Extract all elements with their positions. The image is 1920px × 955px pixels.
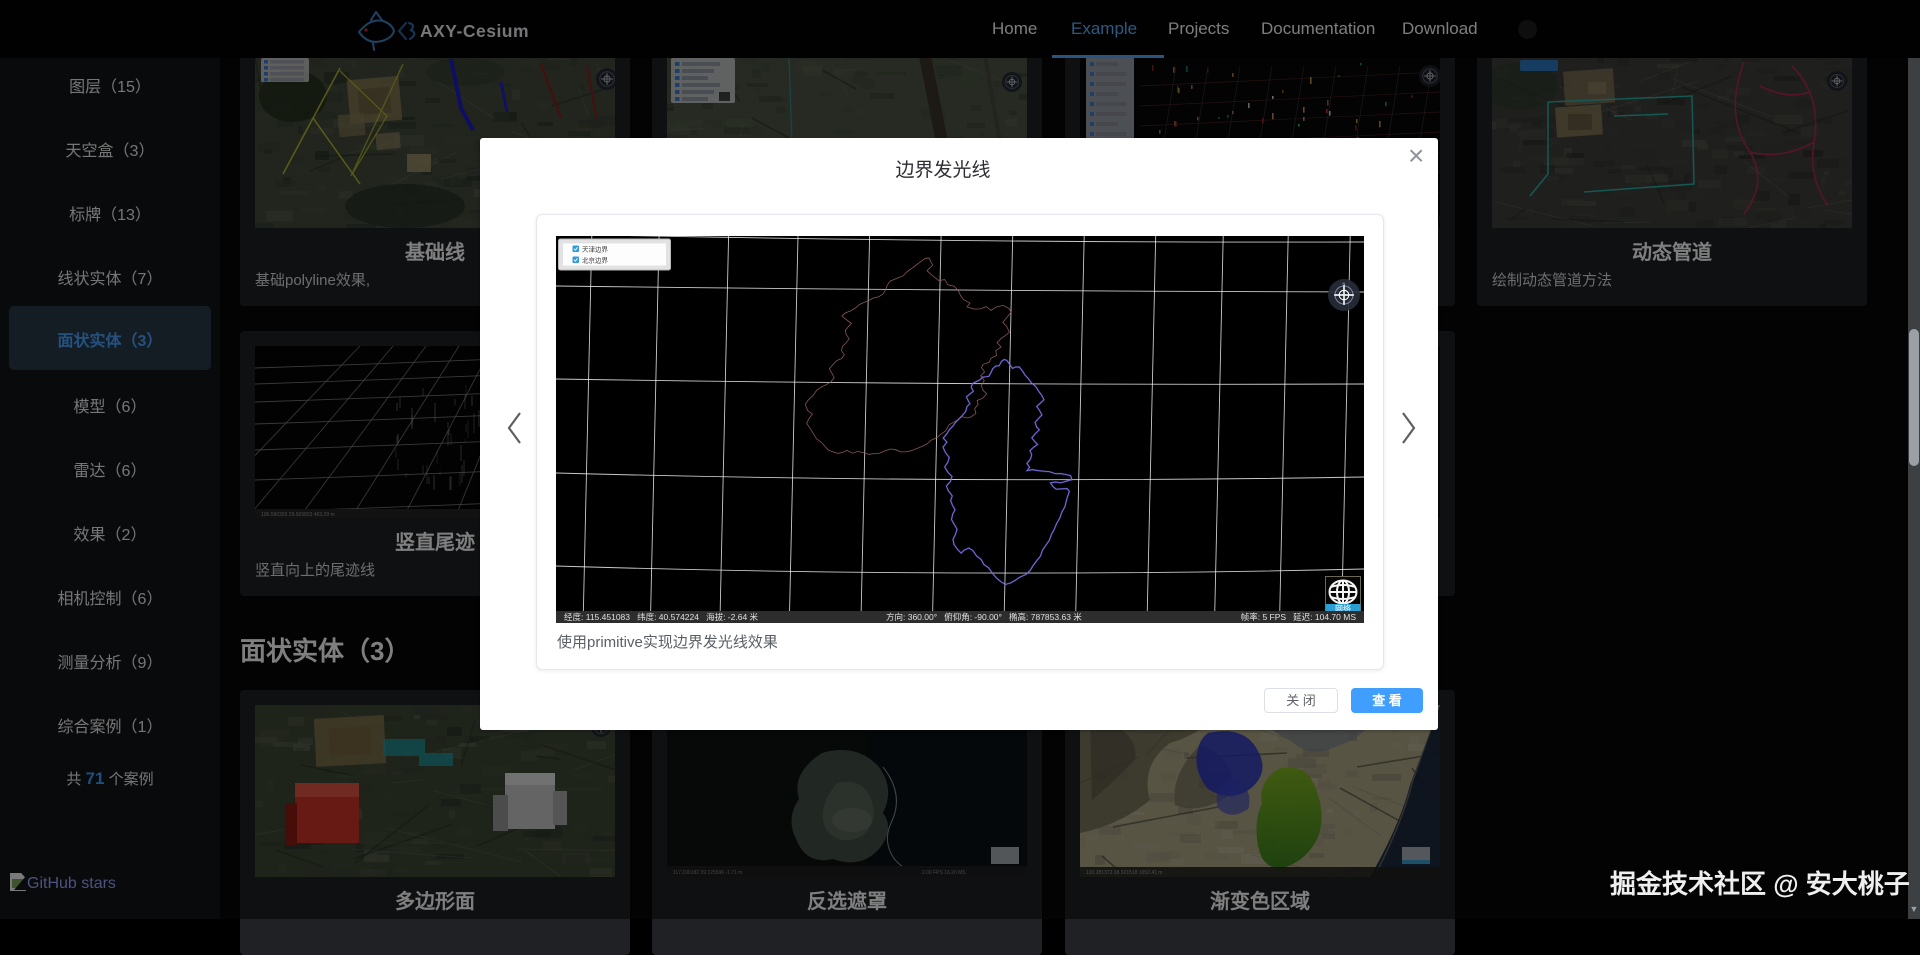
svg-text:方向: 360.00° 俯仰角: -90.00° 椭: 方向: 360.00° 俯仰角: -90.00° 椭高: 787853.63 米 — [886, 612, 1082, 622]
svg-text:帧率: 5 FPS 延迟: 104.70 MS: 帧率: 5 FPS 延迟: 104.70 MS — [1241, 612, 1357, 622]
svg-text:N: N — [1343, 281, 1346, 286]
svg-text:北京边界: 北京边界 — [582, 256, 609, 265]
svg-text:经度: 115.451083 纬度: 40.574224: 经度: 115.451083 纬度: 40.574224 海拔: -2.64 米 — [564, 612, 759, 622]
svg-text:天津边界: 天津边界 — [582, 246, 609, 254]
